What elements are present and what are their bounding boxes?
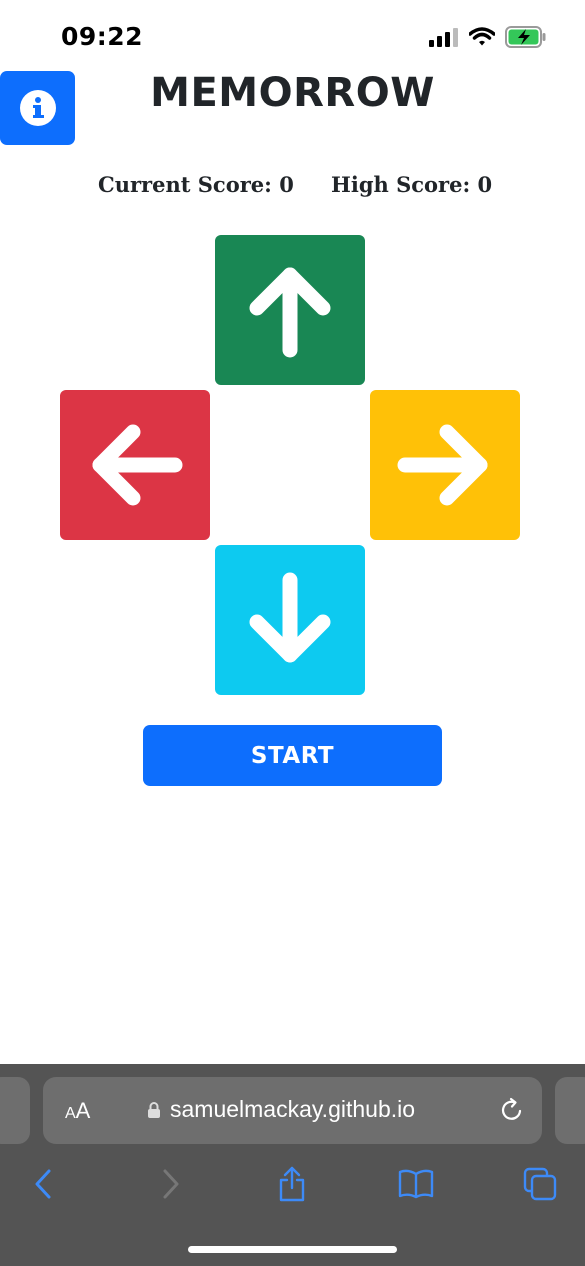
- tabs-icon: [523, 1167, 557, 1201]
- wifi-icon: [469, 27, 495, 46]
- forward-button[interactable]: [150, 1164, 190, 1204]
- tabs-button[interactable]: [520, 1164, 560, 1204]
- browser-nav-toolbar: [0, 1164, 585, 1204]
- reload-icon[interactable]: [498, 1096, 526, 1124]
- address-bar[interactable]: AA samuelmackay.github.io: [43, 1077, 542, 1144]
- next-tab-edge[interactable]: [555, 1077, 585, 1144]
- share-icon: [279, 1166, 305, 1202]
- previous-tab-edge[interactable]: [0, 1077, 30, 1144]
- arrow-up-button[interactable]: [215, 235, 365, 385]
- share-button[interactable]: [272, 1164, 312, 1204]
- arrow-down-button[interactable]: [215, 545, 365, 695]
- current-score: Current Score: 0: [98, 172, 294, 197]
- start-button[interactable]: START: [143, 725, 442, 786]
- back-button[interactable]: [24, 1164, 64, 1204]
- url-text: samuelmackay.github.io: [170, 1096, 416, 1122]
- arrow-left-button[interactable]: [60, 390, 210, 540]
- arrow-left-icon: [92, 424, 183, 506]
- lock-icon: [148, 1102, 160, 1118]
- status-bar: 09:22: [0, 0, 585, 70]
- home-indicator: [188, 1246, 397, 1253]
- back-icon: [35, 1169, 51, 1199]
- arrow-right-icon: [397, 424, 488, 506]
- arrow-down-icon: [249, 572, 331, 663]
- signal-icon: [429, 28, 458, 47]
- text-size-button[interactable]: AA: [65, 1098, 90, 1124]
- browser-toolbar: AA samuelmackay.github.io: [0, 1064, 585, 1266]
- status-icons: [429, 26, 547, 48]
- bookmarks-button[interactable]: [396, 1164, 436, 1204]
- page-title: MEMORROW: [150, 70, 435, 116]
- arrow-up-icon: [249, 267, 331, 358]
- high-score: High Score: 0: [331, 172, 493, 197]
- arrow-right-button[interactable]: [370, 390, 520, 540]
- bookmarks-icon: [398, 1169, 434, 1199]
- battery-charging-icon: [505, 26, 546, 48]
- status-time: 09:22: [61, 22, 144, 51]
- forward-icon: [163, 1169, 179, 1199]
